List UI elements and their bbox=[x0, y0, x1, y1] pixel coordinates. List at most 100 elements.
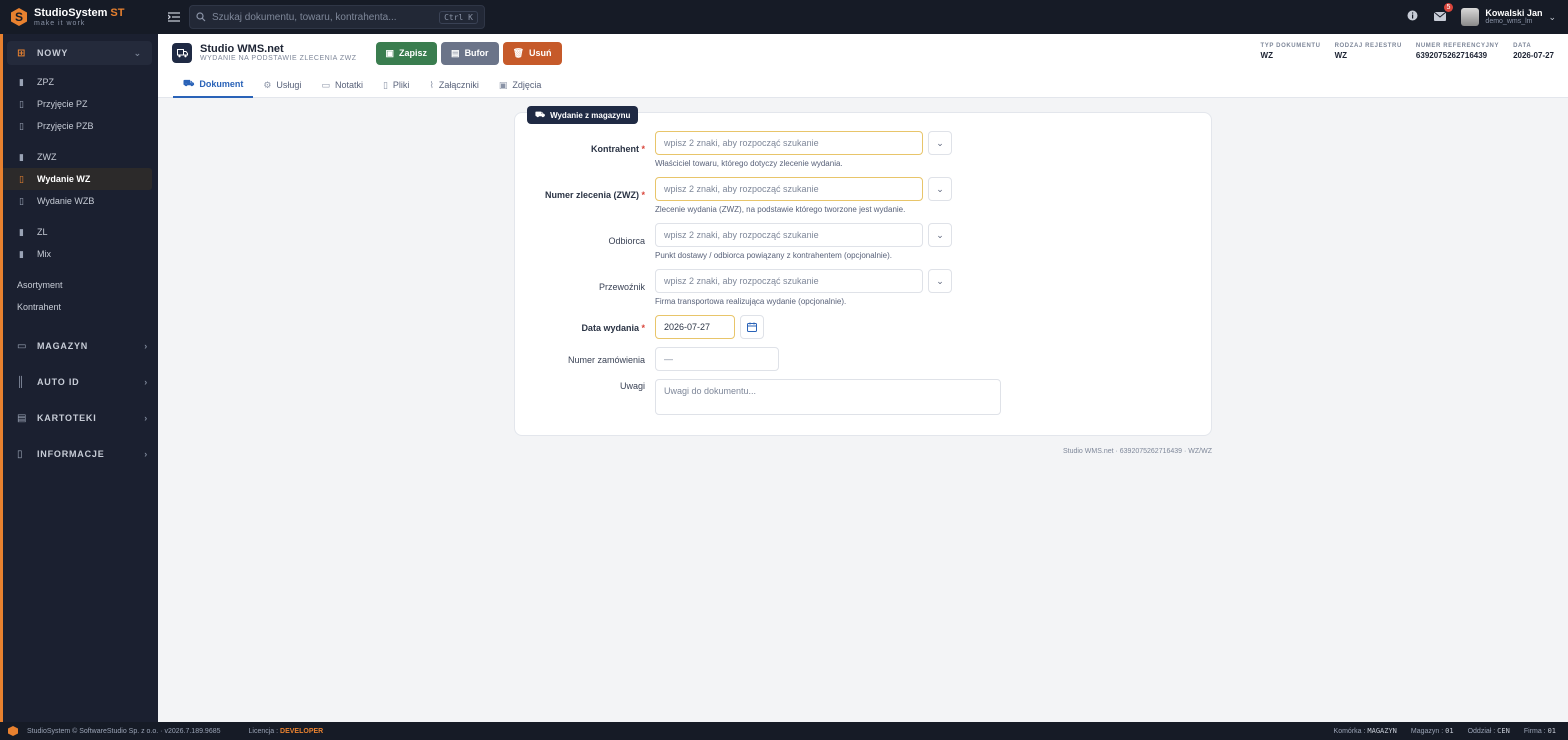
document-meta: TYP DOKUMENTU WZ RODZAJ REJESTRU WZ NUMER … bbox=[1261, 43, 1554, 60]
chevron-down-icon: ⌄ bbox=[133, 47, 142, 58]
save-icon: ▣ bbox=[385, 47, 395, 58]
sidebar-item-zwz[interactable]: ▮ ZWZ bbox=[3, 146, 152, 168]
meta-key: TYP DOKUMENTU bbox=[1260, 43, 1321, 49]
meta-value-doc-type: WZ bbox=[1260, 51, 1273, 60]
sidebar-item-przyjecie-pzb[interactable]: ▯ Przyjęcie PZB bbox=[3, 115, 152, 137]
odbiorca-input[interactable] bbox=[655, 223, 923, 247]
tab-bar: ⛟ Dokument ⚙ Usługi ▭ Notatki ▯ Pliki ⌇ Załąc… bbox=[158, 72, 1568, 98]
meta-key: RODZAJ REJESTRU bbox=[1334, 43, 1402, 49]
truck-icon: ⛟ bbox=[183, 78, 195, 88]
kontrahent-input[interactable] bbox=[655, 131, 923, 155]
przewoznik-dropdown-button[interactable]: ⌄ bbox=[928, 269, 952, 293]
save-button[interactable]: ▣ Zapisz bbox=[375, 41, 438, 65]
przewoznik-hint: Firma transportowa realizująca wydanie (… bbox=[655, 297, 847, 306]
chevron-down-icon: ⌄ bbox=[936, 137, 944, 148]
logo-icon: S bbox=[11, 8, 27, 26]
tab-label: Pliki bbox=[392, 80, 410, 90]
buffer-button-label: Bufor bbox=[464, 48, 489, 58]
date-input[interactable] bbox=[655, 315, 735, 339]
sidebar-section-new[interactable]: ⊞ NOWY ⌄ bbox=[7, 41, 152, 65]
sidebar-item-asortyment[interactable]: Asortyment bbox=[3, 274, 158, 296]
sidebar-item-label: ZPZ bbox=[37, 77, 54, 87]
sidebar-section-label: INFORMACJE bbox=[37, 449, 105, 459]
sidebar-section-kartoteki[interactable]: ▤ KARTOTEKI › bbox=[3, 400, 158, 436]
paperclip-icon: ⌇ bbox=[429, 79, 434, 90]
tab-dokument[interactable]: ⛟ Dokument bbox=[173, 72, 254, 98]
document-icon: ▯ bbox=[19, 173, 24, 184]
global-search[interactable]: Ctrl K bbox=[189, 5, 485, 29]
uwagi-label: Uwagi bbox=[619, 381, 645, 391]
tab-pliki[interactable]: ▯ Pliki bbox=[373, 72, 419, 98]
tab-notatki[interactable]: ▭ Notatki bbox=[311, 72, 373, 98]
user-name: Kowalski Jan bbox=[1485, 7, 1543, 18]
sidebar-item-kontrahent[interactable]: Kontrahent bbox=[3, 296, 158, 318]
status-company: Firma : 01 bbox=[1523, 727, 1556, 735]
tab-label: Usługi bbox=[276, 80, 302, 90]
zlecenie-input[interactable] bbox=[655, 177, 923, 201]
info-icon[interactable] bbox=[1405, 10, 1419, 24]
sidebar-section-auto-id[interactable]: ║ AUTO ID › bbox=[3, 364, 158, 400]
app-name-suffix: ST bbox=[110, 6, 125, 19]
document-header: Studio WMS.net WYDANIE NA PODSTAWIE ZLEC… bbox=[158, 34, 1568, 72]
delete-button-label: Usuń bbox=[529, 48, 552, 58]
user-menu[interactable]: Kowalski Jan demo_wms_lm ⌄ bbox=[1461, 8, 1556, 26]
zlecenie-hint: Zlecenie wydania (ZWZ), na podstawie któ… bbox=[655, 205, 906, 214]
document-filled-icon: ▮ bbox=[19, 248, 24, 259]
tab-zdjecia[interactable]: ▣ Zdjęcia bbox=[489, 72, 552, 98]
card-tag: ⛟ Wydanie z magazynu bbox=[527, 106, 639, 124]
sidebar-item-wydanie-wz[interactable]: ▯ Wydanie WZ bbox=[3, 168, 152, 190]
trash-icon: 🗑 bbox=[512, 47, 524, 58]
sidebar-item-wydanie-wzb[interactable]: ▯ Wydanie WZB bbox=[3, 190, 152, 212]
sidebar-section-magazyn[interactable]: ▭ MAGAZYN › bbox=[3, 328, 158, 364]
meta-value-ref-number: 6392075262716439 bbox=[1415, 51, 1488, 60]
notes-textarea[interactable] bbox=[655, 379, 1001, 415]
sidebar: ⊞ NOWY ⌄ ▮ ZPZ ▯ Przyjęcie PZ ▯ Przyjęcie P… bbox=[0, 34, 158, 722]
sidebar-section-label: MAGAZYN bbox=[37, 341, 89, 351]
meta-value-register: WZ bbox=[1334, 51, 1348, 60]
sidebar-item-label: ZWZ bbox=[37, 152, 57, 162]
chevron-down-icon: ⌄ bbox=[936, 229, 944, 240]
sidebar-item-label: Mix bbox=[37, 249, 51, 259]
form-row-przewoznik: Przewoźnik ⌄ Firma transportowa realizuj… bbox=[515, 269, 952, 306]
app-logo[interactable]: S StudioSystem ST make it work bbox=[0, 0, 158, 34]
form-row-kontrahent: Kontrahent * ⌄ Właściciel towaru, któreg… bbox=[515, 131, 952, 168]
tab-label: Załączniki bbox=[438, 80, 479, 90]
comment-icon: ▭ bbox=[321, 79, 330, 90]
document-form-card: ⛟ Wydanie z magazynu Kontrahent * ⌄ Właśc… bbox=[514, 106, 1212, 436]
kontrahent-label: Kontrahent bbox=[590, 144, 639, 154]
report-icon: ▯ bbox=[17, 448, 24, 460]
sidebar-item-zpz[interactable]: ▮ ZPZ bbox=[3, 71, 152, 93]
form-row-uwagi: Uwagi bbox=[515, 379, 1001, 415]
zlecenie-dropdown-button[interactable]: ⌄ bbox=[928, 177, 952, 201]
data-label: Data wydania bbox=[581, 323, 639, 333]
kontrahent-dropdown-button[interactable]: ⌄ bbox=[928, 131, 952, 155]
required-mark: * bbox=[641, 144, 645, 154]
buffer-button[interactable]: ▤ Bufor bbox=[441, 41, 499, 65]
sidebar-section-informacje[interactable]: ▯ INFORMACJE › bbox=[3, 436, 158, 472]
document-filled-icon: ▮ bbox=[19, 76, 24, 87]
mail-icon[interactable]: 5 bbox=[1433, 3, 1454, 24]
sidebar-item-zl[interactable]: ▮ ZL bbox=[3, 221, 152, 243]
truck-icon bbox=[172, 43, 192, 63]
chevron-right-icon: › bbox=[144, 413, 148, 423]
meta-value-date: 2026-07-27 bbox=[1513, 51, 1554, 60]
search-input[interactable] bbox=[212, 11, 440, 23]
tab-uslugi[interactable]: ⚙ Usługi bbox=[253, 72, 311, 98]
calendar-button[interactable] bbox=[740, 315, 764, 339]
przewoznik-input[interactable] bbox=[655, 269, 923, 293]
license-label: Licencja : bbox=[248, 727, 279, 735]
menu-toggle-icon[interactable] bbox=[166, 9, 182, 25]
odbiorca-dropdown-button[interactable]: ⌄ bbox=[928, 223, 952, 247]
avatar bbox=[1461, 8, 1480, 26]
image-icon: ▣ bbox=[498, 79, 508, 90]
search-icon bbox=[196, 12, 206, 22]
tab-zalaczniki[interactable]: ⌇ Załączniki bbox=[419, 72, 488, 98]
document-footer-note: Studio WMS.net · 6392075262716439 · WZ/W… bbox=[1062, 448, 1212, 455]
sidebar-item-przyjecie-pz[interactable]: ▯ Przyjęcie PZ bbox=[3, 93, 152, 115]
order-number-input[interactable] bbox=[655, 347, 779, 371]
delete-button[interactable]: 🗑 Usuń bbox=[502, 41, 562, 65]
sidebar-item-mix[interactable]: ▮ Mix bbox=[3, 243, 152, 265]
file-icon: ▯ bbox=[382, 79, 388, 90]
tab-label: Notatki bbox=[334, 80, 363, 90]
kontrahent-hint: Właściciel towaru, którego dotyczy zlece… bbox=[655, 159, 843, 168]
